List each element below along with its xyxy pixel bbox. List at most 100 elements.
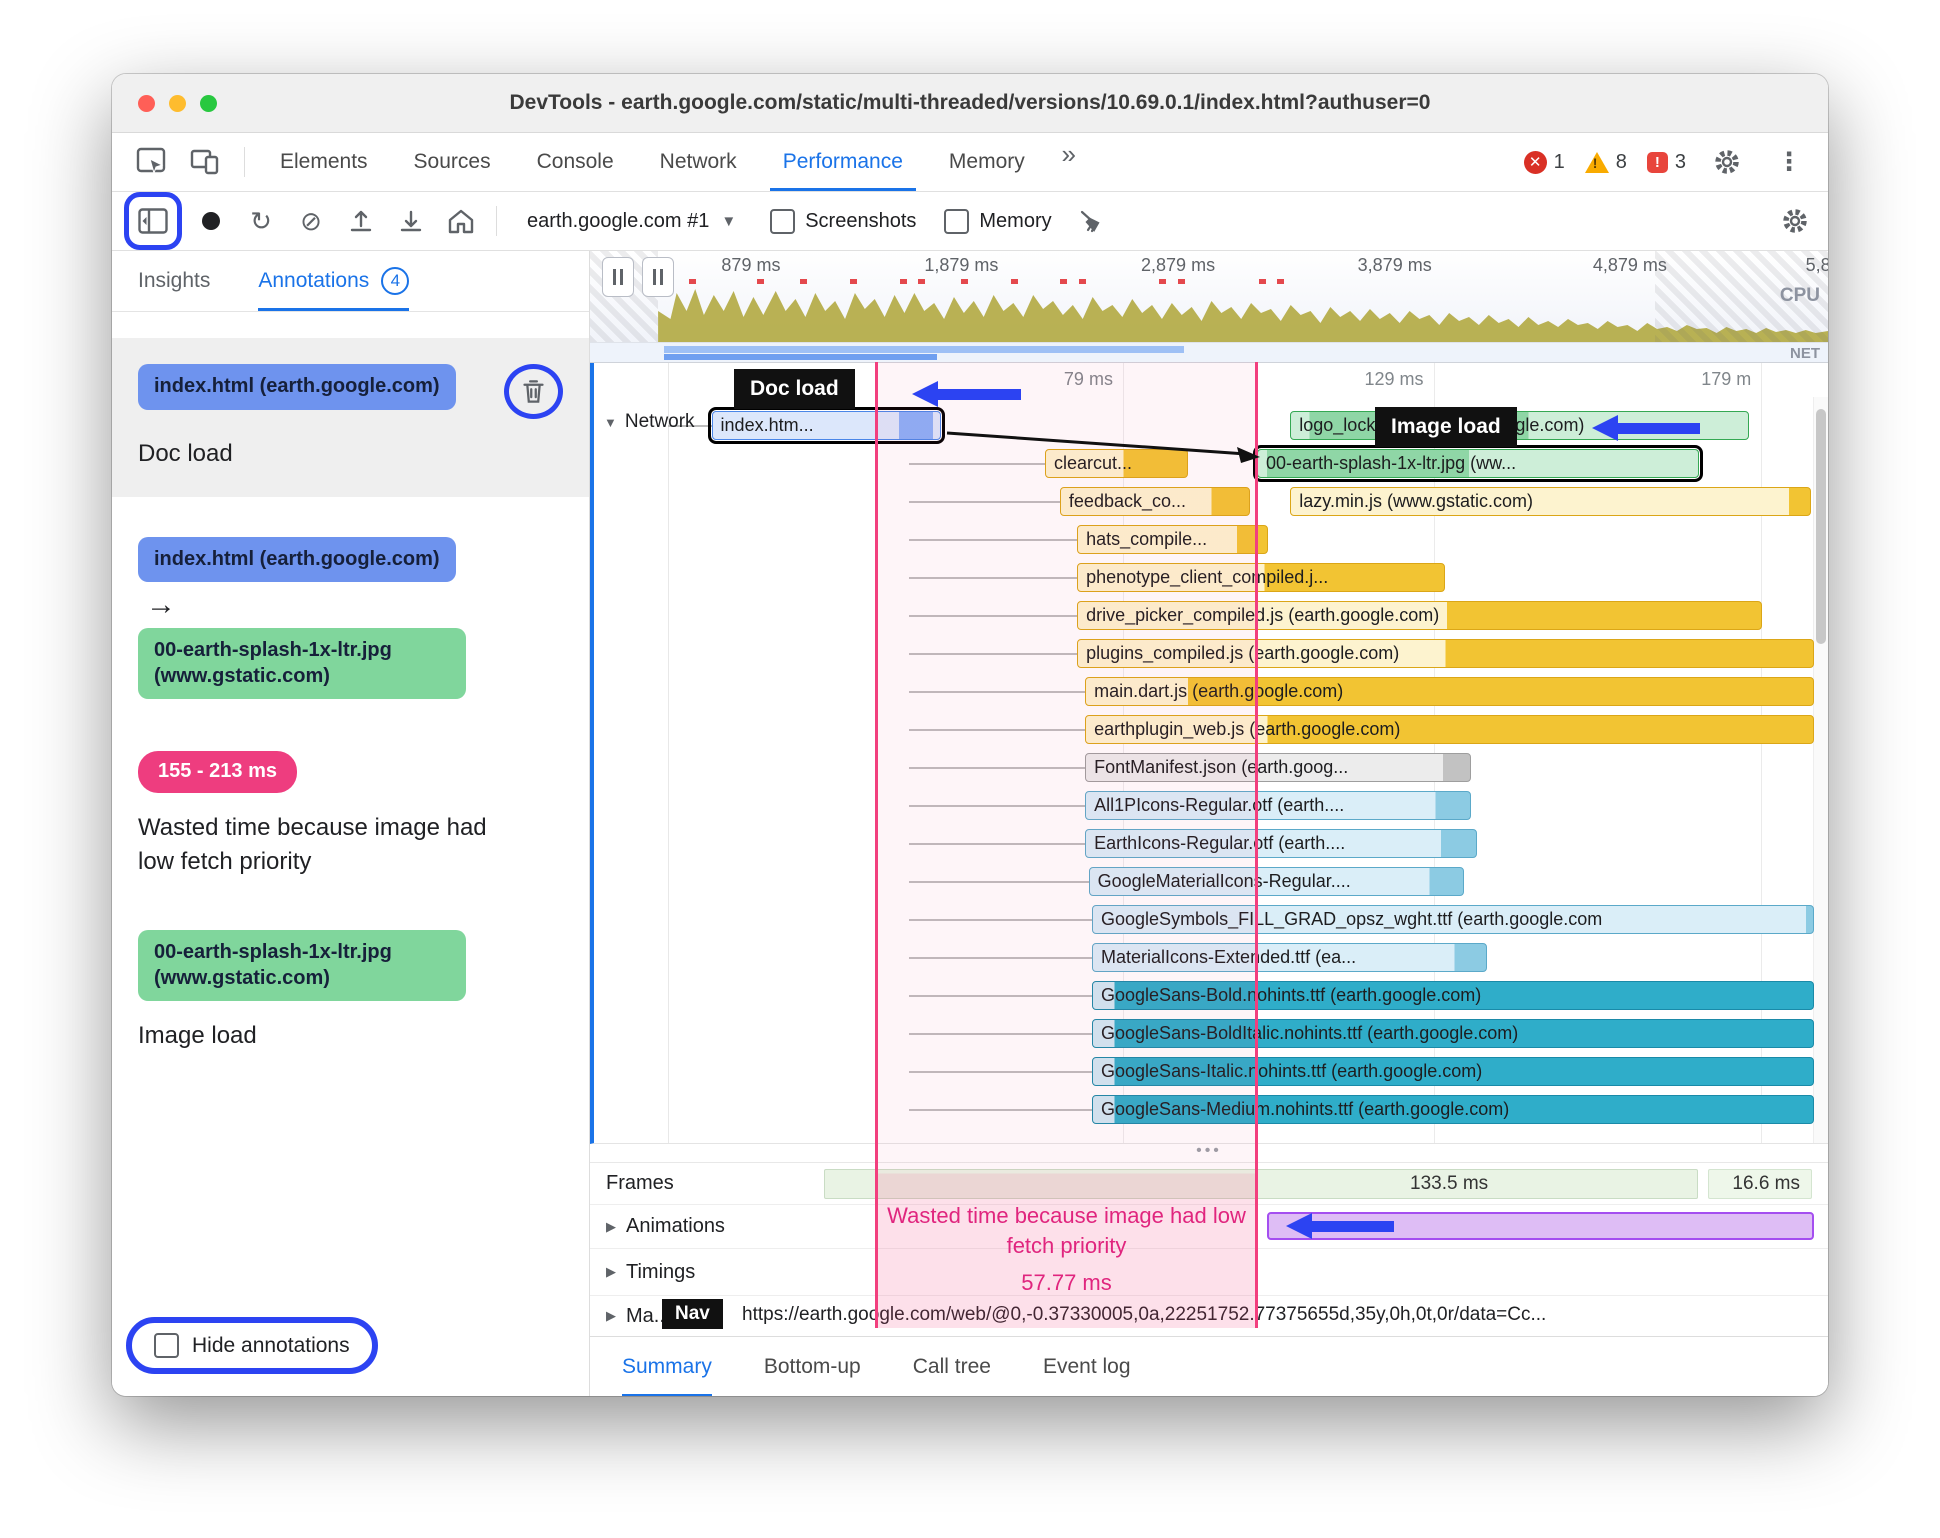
toggle-sidebar-icon[interactable] [132, 200, 174, 242]
close-window-button[interactable] [138, 94, 155, 112]
network-request[interactable]: plugins_compiled.js (earth.google.com) [1077, 639, 1814, 668]
navigation-url: https://earth.google.com/web/@0,-0.37330… [742, 1304, 1547, 1325]
editorial-circle-sidebar-toggle [124, 192, 182, 250]
request-label: GoogleSans-BoldItalic.nohints.ttf (earth… [1101, 1023, 1519, 1043]
frames-track[interactable]: Frames 133.5 ms 16.6 ms [590, 1163, 1828, 1205]
expand-triangle-icon[interactable]: ▶ [606, 1264, 616, 1280]
frame-duration-bar[interactable] [824, 1169, 1698, 1199]
reload-and-record-icon[interactable]: ↻ [240, 200, 282, 242]
network-request[interactable]: main.dart.js (earth.google.com) [1085, 677, 1814, 706]
bottom-tab-bottom-up[interactable]: Bottom-up [764, 1337, 861, 1396]
download-profile-icon[interactable] [390, 200, 432, 242]
network-row: GoogleMaterialIcons-Regular.... [668, 863, 1814, 901]
network-request[interactable]: index.htm... [707, 407, 945, 444]
network-request[interactable]: GoogleSymbols_FILL_GRAD_opsz_wght.ttf (e… [1092, 905, 1814, 934]
hide-annotations-checkbox[interactable]: Hide annotations [126, 1317, 378, 1374]
network-request[interactable]: GoogleSans-Medium.nohints.ttf (earth.goo… [1092, 1095, 1814, 1124]
annotation-list: index.html (earth.google.com) Doc load ind… [112, 312, 589, 1396]
expand-triangle-icon[interactable]: ▶ [606, 1308, 616, 1324]
annotation-chip-blue[interactable]: index.html (earth.google.com) [138, 536, 456, 583]
annotation-entry[interactable]: 00-earth-splash-1x-ltr.jpg (www.gstatic.… [112, 930, 589, 1053]
network-scrollbar[interactable] [1813, 397, 1828, 1143]
tab-annotations[interactable]: Annotations 4 [258, 251, 410, 311]
collect-garbage-icon[interactable] [1070, 200, 1112, 242]
network-request[interactable]: MaterialIcons-Extended.ttf (ea... [1092, 943, 1488, 972]
annotation-chip-blue[interactable]: index.html (earth.google.com) [138, 364, 456, 410]
request-whisker [908, 919, 1093, 921]
trash-icon[interactable] [520, 378, 547, 405]
tab-performance[interactable]: Performance [760, 133, 926, 191]
kebab-menu-icon[interactable]: ⋮ [1768, 141, 1810, 183]
network-request[interactable]: clearcut... [1045, 449, 1189, 478]
tab-elements[interactable]: Elements [257, 133, 391, 191]
network-request[interactable]: GoogleSans-Italic.nohints.ttf (earth.goo… [1092, 1057, 1814, 1086]
performance-settings-gear-icon[interactable] [1774, 200, 1816, 242]
more-tabs-icon[interactable]: » [1048, 133, 1090, 175]
image-load-annotation-label[interactable]: Image load [1375, 407, 1517, 447]
settings-gear-icon[interactable] [1706, 141, 1748, 183]
network-track-header[interactable]: ▼ Network [604, 411, 695, 433]
overview-time-label: 5,8 [1805, 255, 1828, 275]
network-request[interactable]: 00-earth-splash-1x-ltr.jpg (ww... [1253, 445, 1704, 482]
bottom-tab-event-log[interactable]: Event log [1043, 1337, 1131, 1396]
error-badge[interactable]: ✕ 1 [1523, 150, 1565, 174]
maximize-window-button[interactable] [200, 94, 217, 112]
scrollbar-thumb[interactable] [1816, 409, 1826, 644]
inspect-element-icon[interactable] [130, 141, 172, 183]
issues-badge[interactable]: ! 3 [1646, 151, 1686, 174]
network-overview-strip [590, 342, 1828, 362]
clear-recording-icon[interactable]: ⊘ [290, 200, 332, 242]
memory-checkbox[interactable]: Memory [944, 208, 1052, 234]
tab-sources[interactable]: Sources [391, 133, 514, 191]
network-request[interactable]: GoogleMaterialIcons-Regular.... [1088, 867, 1465, 896]
animations-track[interactable]: ▶ Animations [590, 1205, 1828, 1249]
home-icon[interactable] [440, 200, 482, 242]
network-request[interactable]: phenotype_client_compiled.j... [1077, 563, 1445, 592]
network-request[interactable]: lazy.min.js (www.gstatic.com) [1290, 487, 1811, 516]
annotation-chip-green[interactable]: 00-earth-splash-1x-ltr.jpg (www.gstatic.… [138, 628, 466, 700]
request-label: hats_compile... [1086, 529, 1208, 549]
minimize-window-button[interactable] [169, 94, 186, 112]
request-label: plugins_compiled.js (earth.google.com) [1086, 643, 1400, 663]
bottom-tab-summary[interactable]: Summary [622, 1337, 712, 1396]
annotation-chip-green[interactable]: 00-earth-splash-1x-ltr.jpg (www.gstatic.… [138, 930, 466, 1002]
target-selector[interactable]: earth.google.com #1 ▼ [527, 210, 736, 233]
annotation-entry[interactable]: 155 - 213 ms Wasted time because image ha… [112, 751, 589, 878]
upload-profile-icon[interactable] [340, 200, 382, 242]
bottom-tab-call-tree[interactable]: Call tree [913, 1337, 991, 1396]
tab-insights[interactable]: Insights [138, 251, 210, 311]
annotation-entry[interactable]: index.html (earth.google.com) → 00-earth-s… [112, 536, 589, 700]
network-request[interactable]: feedback_co... [1059, 487, 1251, 516]
device-toolbar-icon[interactable] [184, 141, 226, 183]
request-label: GoogleSans-Italic.nohints.ttf (earth.goo… [1101, 1061, 1483, 1081]
waterfall: index.htm...logo_lockup.svg (earth.googl… [668, 363, 1814, 1143]
network-request[interactable]: All1PIcons-Regular.otf (earth.... [1085, 791, 1472, 820]
network-request[interactable]: GoogleSans-BoldItalic.nohints.ttf (earth… [1092, 1019, 1814, 1048]
network-request[interactable]: drive_picker_compiled.js (earth.google.c… [1077, 601, 1763, 630]
nav-marker-chip[interactable]: Nav [662, 1299, 723, 1329]
annotation-entry[interactable]: index.html (earth.google.com) Doc load [112, 338, 589, 497]
record-button[interactable] [190, 200, 232, 242]
doc-load-annotation-label[interactable]: Doc load [734, 369, 855, 409]
time-marker-label: 79 ms [1063, 369, 1113, 389]
overview-right-handle[interactable] [642, 257, 674, 297]
warning-badge[interactable]: 8 [1584, 151, 1627, 174]
timeline-overview[interactable]: CPU NET 879 ms 1,879 ms 2,879 ms 3,879 ms 4,… [590, 251, 1828, 363]
timings-track[interactable]: ▶ Timings [590, 1249, 1828, 1296]
network-request[interactable]: hats_compile... [1077, 525, 1269, 554]
network-request[interactable]: FontManifest.json (earth.goog... [1085, 753, 1472, 782]
expand-triangle-icon[interactable]: ▶ [606, 1219, 616, 1235]
tab-console[interactable]: Console [514, 133, 637, 191]
track-resize-divider[interactable]: ••• [590, 1142, 1828, 1163]
tab-memory[interactable]: Memory [926, 133, 1048, 191]
network-request[interactable]: earthplugin_web.js (earth.google.com) [1085, 715, 1814, 744]
overview-left-handle[interactable] [602, 257, 634, 297]
annotation-chip-pink[interactable]: 155 - 213 ms [138, 751, 297, 793]
main-thread-track[interactable]: ▶ Ma... Nav https://earth.google.com/web/… [590, 1296, 1828, 1336]
network-row: plugins_compiled.js (earth.google.com) [668, 635, 1814, 673]
network-request[interactable]: GoogleSans-Bold.nohints.ttf (earth.googl… [1092, 981, 1814, 1010]
screenshots-checkbox[interactable]: Screenshots [770, 208, 916, 234]
tab-network[interactable]: Network [637, 133, 760, 191]
network-request[interactable]: EarthIcons-Regular.otf (earth.... [1085, 829, 1478, 858]
request-whisker [908, 501, 1060, 503]
